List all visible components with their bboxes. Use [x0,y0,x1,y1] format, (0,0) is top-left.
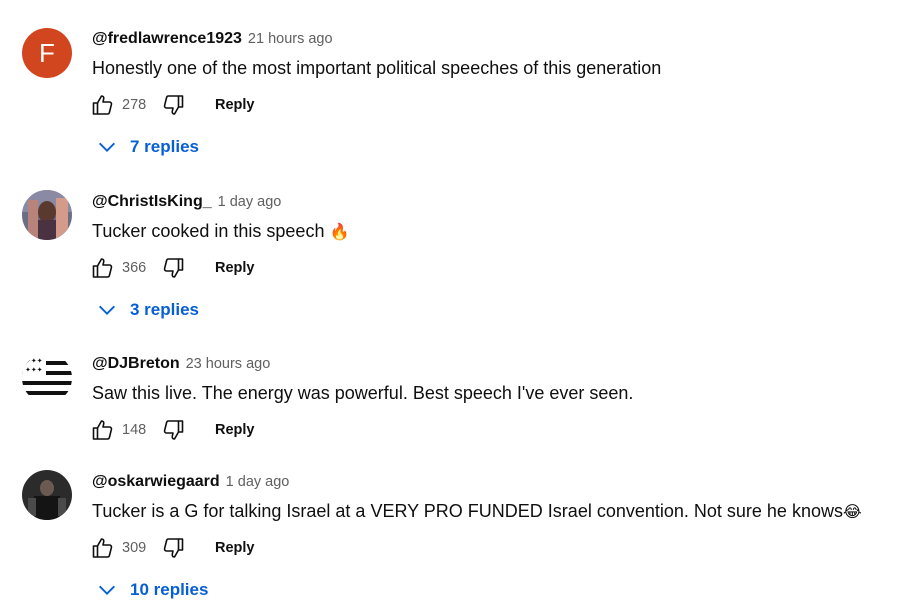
comment-actions: 309 Reply [90,534,255,562]
comment-actions: 148 Reply [90,416,255,444]
thumbs-up-icon [92,95,113,115]
thumbs-up-icon [92,420,113,440]
replies-count: 7 replies [130,137,199,156]
thumbs-up-icon [92,538,113,558]
comment-text: Tucker cooked in this speech 🔥 [92,221,349,242]
comment-text: Honestly one of the most important polit… [92,58,662,78]
comment-header: @oskarwiegaard 1 day ago [92,473,289,491]
author-name[interactable]: @DJBreton [92,355,180,372]
svg-text:✦✦✦: ✦✦✦ [25,366,43,374]
dislike-button[interactable] [160,255,186,281]
view-replies-button[interactable]: 10 replies [96,579,208,601]
comment-header: @fredlawrence1923 21 hours ago [92,30,333,48]
reply-button[interactable]: Reply [215,97,255,113]
author-name[interactable]: @oskarwiegaard [92,473,220,490]
dislike-button[interactable] [160,92,186,118]
chevron-down-icon [99,585,115,595]
comment-time[interactable]: 21 hours ago [248,31,333,47]
thumbs-down-icon [163,95,184,115]
comment-header: @DJBreton 23 hours ago [92,355,270,373]
comment-actions: 366 Reply [90,254,255,282]
avatar[interactable] [22,190,72,240]
chevron-down-icon [99,305,115,315]
fire-emoji: 🔥 [329,224,350,241]
avatar-image [22,190,72,240]
like-count: 278 [122,97,147,113]
avatar[interactable] [22,470,72,520]
thumbs-down-icon [163,258,184,278]
like-count: 148 [122,422,147,438]
comment-header: @ChristIsKing_ 1 day ago [92,193,281,211]
dislike-button[interactable] [160,417,186,443]
comment-text: Tucker is a G for talking Israel at a VE… [92,501,862,522]
reply-button[interactable]: Reply [215,422,255,438]
like-button[interactable] [90,92,116,118]
svg-text:✦✦✦: ✦✦✦ [25,357,43,365]
reply-button[interactable]: Reply [215,540,255,556]
author-name[interactable]: @fredlawrence1923 [92,30,242,47]
replies-count: 3 replies [130,300,199,319]
avatar-letter: F [39,37,55,68]
replies-count: 10 replies [130,580,209,599]
thumbs-up-icon [92,258,113,278]
like-button[interactable] [90,535,116,561]
comment-text: Saw this live. The energy was powerful. … [92,383,634,403]
thumbs-down-icon [163,420,184,440]
chevron-down-icon [99,142,115,152]
comment-time[interactable]: 1 day ago [218,194,282,210]
author-name[interactable]: @ChristIsKing_ [92,193,212,210]
laughing-emoji: 😂 [842,504,862,521]
view-replies-button[interactable]: 3 replies [96,299,199,321]
comment-time[interactable]: 23 hours ago [186,356,271,372]
avatar[interactable]: ✦✦✦ ✦✦✦ [22,353,72,403]
view-replies-button[interactable]: 7 replies [96,136,199,158]
reply-button[interactable]: Reply [215,260,255,276]
comment-actions: 278 Reply [90,91,255,119]
like-button[interactable] [90,417,116,443]
comment-body: Tucker is a G for talking Israel at a VE… [92,501,843,521]
like-count: 366 [122,260,147,276]
avatar-image [22,470,72,520]
like-button[interactable] [90,255,116,281]
comment-time[interactable]: 1 day ago [226,474,290,490]
like-count: 309 [122,540,147,556]
avatar-image: ✦✦✦ ✦✦✦ [22,353,72,403]
avatar[interactable]: F [22,28,72,78]
comment-body: Tucker cooked in this speech [92,221,325,241]
dislike-button[interactable] [160,535,186,561]
thumbs-down-icon [163,538,184,558]
